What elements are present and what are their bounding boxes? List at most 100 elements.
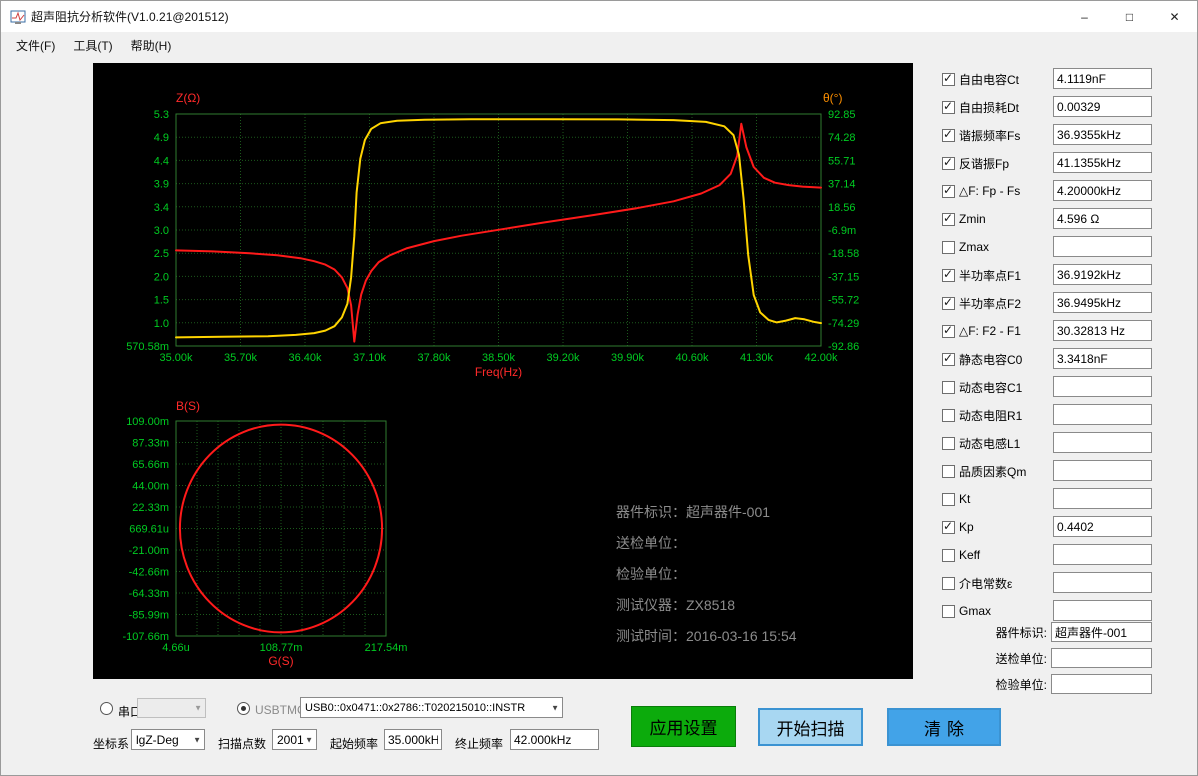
result-checkbox-4[interactable]: [942, 185, 955, 198]
result-checkbox-7[interactable]: [942, 269, 955, 282]
result-checkbox-9[interactable]: [942, 325, 955, 338]
result-checkbox-11[interactable]: [942, 381, 955, 394]
chevron-down-icon: ▼: [193, 735, 201, 744]
result-row: △F: F2 - F1: [936, 317, 1152, 345]
plot-info-line: 检验单位：: [616, 559, 797, 590]
device-field-row: 检验单位:: [936, 671, 1152, 697]
result-checkbox-0[interactable]: [942, 73, 955, 86]
result-checkbox-13[interactable]: [942, 437, 955, 450]
plot-info-block: 器件标识：超声器件-001送检单位：检验单位：测试仪器：ZX8518测试时间：2…: [616, 497, 797, 652]
result-value-input[interactable]: [1053, 600, 1152, 621]
menu-file[interactable]: 文件(F): [7, 32, 64, 59]
device-field-input[interactable]: [1051, 674, 1152, 694]
result-label: 反谐振Fp: [959, 155, 1009, 172]
result-checkbox-3[interactable]: [942, 157, 955, 170]
result-checkbox-1[interactable]: [942, 101, 955, 114]
plot-info-line: 送检单位：: [616, 528, 797, 559]
result-value-input[interactable]: [1053, 68, 1152, 89]
result-checkbox-15[interactable]: [942, 493, 955, 506]
svg-text:3.4: 3.4: [154, 202, 169, 214]
result-checkbox-14[interactable]: [942, 465, 955, 478]
result-checkbox-8[interactable]: [942, 297, 955, 310]
result-checkbox-17[interactable]: [942, 549, 955, 562]
coordinate-system-combobox[interactable]: lgZ-Deg ▼: [131, 729, 205, 750]
usbtmc-radio[interactable]: [237, 702, 250, 715]
scan-points-combobox[interactable]: 2001 ▼: [272, 729, 317, 750]
usb-address-combobox[interactable]: USB0::0x0471::0x2786::T020215010::INSTR …: [300, 697, 563, 718]
result-value-input[interactable]: [1053, 348, 1152, 369]
serial-radio[interactable]: [100, 702, 113, 715]
stop-frequency-input[interactable]: [510, 729, 599, 750]
device-field-input[interactable]: [1051, 622, 1152, 642]
result-value-input[interactable]: [1053, 404, 1152, 425]
serial-port-combobox[interactable]: ▼: [137, 698, 206, 718]
svg-text:35.70k: 35.70k: [224, 352, 258, 364]
result-value-input[interactable]: [1053, 264, 1152, 285]
result-row: 谐振频率Fs: [936, 121, 1152, 149]
result-checkbox-16[interactable]: [942, 521, 955, 534]
result-label: Kp: [959, 520, 974, 534]
device-field-input[interactable]: [1051, 648, 1152, 668]
result-row: Kp: [936, 513, 1152, 541]
svg-text:3.0: 3.0: [154, 225, 169, 237]
svg-text:Z(Ω): Z(Ω): [176, 91, 200, 105]
result-label: Gmax: [959, 604, 991, 618]
start-frequency-input[interactable]: [384, 729, 442, 750]
svg-text:-42.66m: -42.66m: [129, 567, 169, 579]
result-value-input[interactable]: [1053, 460, 1152, 481]
svg-text:1.5: 1.5: [154, 295, 169, 307]
impedance-phase-chart: 35.00k35.70k36.40k37.10k37.80k38.50k39.2…: [126, 91, 859, 379]
result-row: 介电常数ε: [936, 569, 1152, 597]
scan-points-label: 扫描点数: [218, 735, 266, 752]
svg-text:5.3: 5.3: [154, 109, 169, 121]
svg-text:669.61u: 669.61u: [129, 524, 169, 536]
result-value-input[interactable]: [1053, 544, 1152, 565]
result-label: 品质因素Qm: [959, 463, 1026, 480]
result-value-input[interactable]: [1053, 516, 1152, 537]
apply-settings-button[interactable]: 应用设置: [631, 706, 736, 747]
result-row: 动态电容C1: [936, 373, 1152, 401]
result-checkbox-5[interactable]: [942, 213, 955, 226]
result-value-input[interactable]: [1053, 152, 1152, 173]
menu-help[interactable]: 帮助(H): [122, 32, 181, 59]
result-value-input[interactable]: [1053, 208, 1152, 229]
svg-text:Freq(Hz): Freq(Hz): [475, 365, 522, 379]
result-value-input[interactable]: [1053, 376, 1152, 397]
result-row: 动态电阻R1: [936, 401, 1152, 429]
minimize-button[interactable]: –: [1062, 1, 1107, 32]
result-value-input[interactable]: [1053, 432, 1152, 453]
clear-button[interactable]: 清除: [887, 708, 1001, 746]
usbtmc-radio-label: USBTMC: [255, 703, 306, 717]
svg-text:4.9: 4.9: [154, 132, 169, 144]
result-row: 自由电容Ct: [936, 65, 1152, 93]
result-value-input[interactable]: [1053, 236, 1152, 257]
device-field-row: 器件标识:: [936, 619, 1152, 645]
start-scan-button[interactable]: 开始扫描: [758, 708, 863, 746]
result-label: △F: F2 - F1: [959, 324, 1021, 338]
result-value-input[interactable]: [1053, 292, 1152, 313]
result-value-input[interactable]: [1053, 320, 1152, 341]
result-checkbox-6[interactable]: [942, 241, 955, 254]
device-field-label: 器件标识:: [936, 624, 1047, 641]
result-checkbox-19[interactable]: [942, 605, 955, 618]
chevron-down-icon: ▼: [551, 703, 559, 712]
svg-text:22.33m: 22.33m: [132, 502, 169, 514]
result-checkbox-18[interactable]: [942, 577, 955, 590]
svg-text:-6.9m: -6.9m: [828, 225, 856, 237]
result-value-input[interactable]: [1053, 572, 1152, 593]
results-panel: 自由电容Ct自由损耗Dt谐振频率Fs反谐振Fp△F: Fp - FsZminZm…: [936, 65, 1152, 625]
result-checkbox-12[interactable]: [942, 409, 955, 422]
result-checkbox-2[interactable]: [942, 129, 955, 142]
result-value-input[interactable]: [1053, 488, 1152, 509]
close-button[interactable]: ✕: [1152, 1, 1197, 32]
svg-text:65.66m: 65.66m: [132, 459, 169, 471]
result-value-input[interactable]: [1053, 124, 1152, 145]
result-value-input[interactable]: [1053, 180, 1152, 201]
result-label: 动态电阻R1: [959, 407, 1022, 424]
menu-tools[interactable]: 工具(T): [64, 32, 121, 59]
result-checkbox-10[interactable]: [942, 353, 955, 366]
svg-text:74.28: 74.28: [828, 132, 856, 144]
result-value-input[interactable]: [1053, 96, 1152, 117]
maximize-button[interactable]: □: [1107, 1, 1152, 32]
svg-text:55.71: 55.71: [828, 155, 856, 167]
